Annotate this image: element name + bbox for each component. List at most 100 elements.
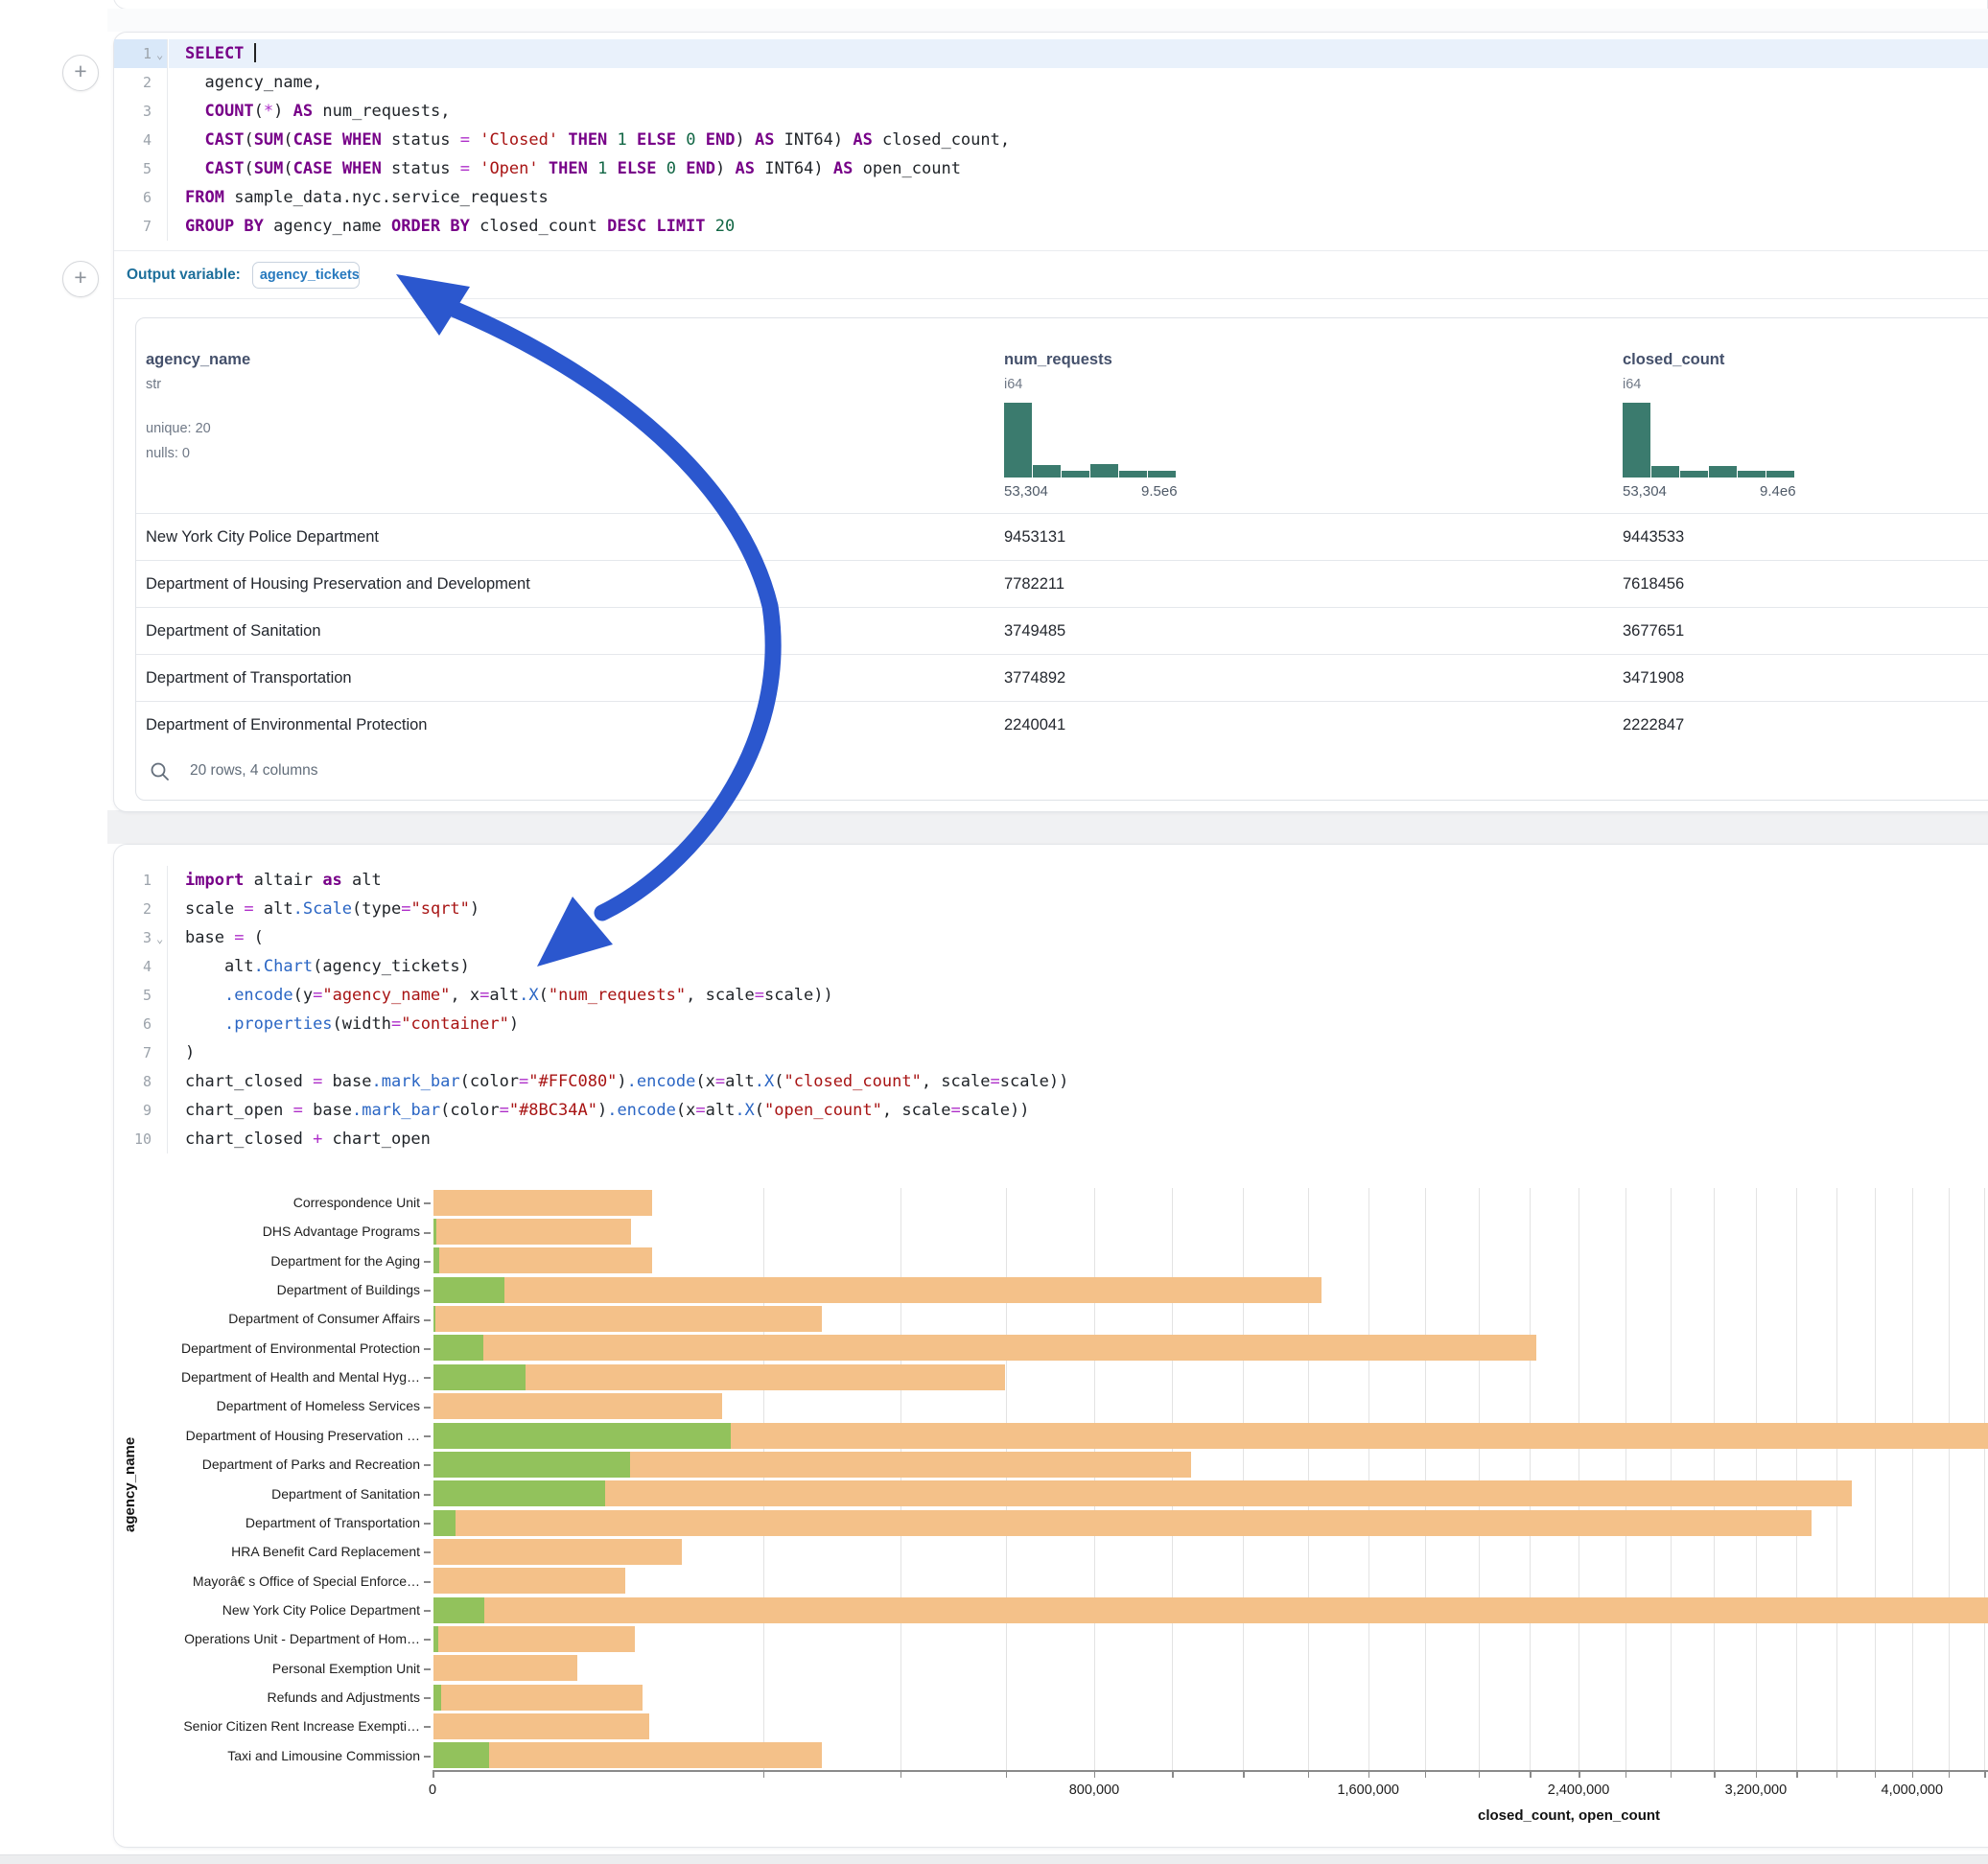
code-line[interactable]: 2scale = alt.Scale(type="sqrt") <box>114 895 1988 923</box>
bar-open[interactable] <box>433 1597 484 1623</box>
bar-open[interactable] <box>433 1685 441 1711</box>
search-icon[interactable] <box>149 760 172 783</box>
code-line[interactable]: 7) <box>114 1038 1988 1067</box>
code-line[interactable]: 2 agency_name, <box>114 68 1988 97</box>
line-number: 6 <box>114 183 168 212</box>
y-tick-label: DHS Advantage Programs <box>132 1223 420 1239</box>
table-row[interactable]: New York City Police Department945313194… <box>136 513 1988 561</box>
x-axis-tick <box>1308 1771 1310 1778</box>
gridline <box>1479 1188 1480 1770</box>
column-meta: unique: 20 <box>146 421 211 436</box>
table-row[interactable]: Department of Housing Preservation and D… <box>136 560 1988 608</box>
y-tick-label: Refunds and Adjustments <box>132 1689 420 1705</box>
bar-closed[interactable] <box>433 1335 1536 1361</box>
bar-open[interactable] <box>433 1335 483 1361</box>
bar-open[interactable] <box>433 1510 456 1536</box>
bar-closed[interactable] <box>433 1539 682 1565</box>
y-tick-label: Department of Parks and Recreation <box>132 1456 420 1472</box>
code-line[interactable]: 9chart_open = base.mark_bar(color="#8BC3… <box>114 1096 1988 1125</box>
fold-chevron-icon[interactable]: ⌄ <box>156 924 163 953</box>
gridline <box>1530 1188 1531 1770</box>
x-axis-tick <box>1756 1771 1758 1778</box>
python-editor[interactable]: 1import altair as alt2scale = alt.Scale(… <box>114 866 1988 1153</box>
y-tick-label: Department of Buildings <box>132 1282 420 1297</box>
fold-chevron-icon[interactable]: ⌄ <box>156 40 163 69</box>
histogram-bar <box>1033 465 1061 478</box>
bar-open[interactable] <box>433 1423 731 1449</box>
x-axis-tick <box>1796 1771 1798 1778</box>
bar-closed[interactable] <box>433 1393 722 1419</box>
table-row[interactable]: Department of Environmental Protection22… <box>136 701 1988 749</box>
column-header[interactable]: agency_name <box>146 351 250 369</box>
bar-open[interactable] <box>433 1742 489 1768</box>
bar-closed[interactable] <box>433 1306 822 1332</box>
bar-open[interactable] <box>433 1247 439 1273</box>
code-line[interactable]: 4 CAST(SUM(CASE WHEN status = 'Closed' T… <box>114 126 1988 154</box>
output-variable-pill[interactable]: agency_tickets <box>252 262 360 289</box>
bar-closed[interactable] <box>433 1742 822 1768</box>
code-line[interactable]: 1import altair as alt <box>114 866 1988 895</box>
bar-closed[interactable] <box>433 1713 649 1739</box>
code-line[interactable]: 8chart_closed = base.mark_bar(color="#FF… <box>114 1067 1988 1096</box>
bar-closed[interactable] <box>433 1190 652 1216</box>
bar-closed[interactable] <box>433 1655 577 1681</box>
code-line[interactable]: 5 .encode(y="agency_name", x=alt.X("num_… <box>114 981 1988 1010</box>
bar-open[interactable] <box>433 1480 605 1506</box>
x-axis-tick <box>1172 1771 1174 1778</box>
code-text: alt.Chart(agency_tickets) <box>185 952 1988 981</box>
code-line[interactable]: 6FROM sample_data.nyc.service_requests <box>114 183 1988 212</box>
table-row[interactable]: Department of Transportation377489234719… <box>136 654 1988 702</box>
y-axis-title: agency_name <box>122 1436 138 1531</box>
x-axis-tick <box>1875 1771 1877 1778</box>
histogram-bar <box>1738 471 1766 478</box>
table-cell: Department of Sanitation <box>146 608 321 655</box>
bar-closed[interactable] <box>433 1685 643 1711</box>
x-axis-tick <box>1625 1771 1627 1778</box>
add-cell-button[interactable]: + <box>62 55 99 91</box>
table-cell: 7782211 <box>1004 561 1064 608</box>
notebook-page: + + 1⌄SELECT 2 agency_name,3 COUNT(*) AS… <box>0 0 1988 1864</box>
bar-closed[interactable] <box>433 1247 652 1273</box>
bar-open[interactable] <box>433 1219 436 1245</box>
code-line[interactable]: 5 CAST(SUM(CASE WHEN status = 'Open' THE… <box>114 154 1988 183</box>
bar-closed[interactable] <box>433 1626 635 1652</box>
code-line[interactable]: 10chart_closed + chart_open <box>114 1125 1988 1153</box>
bar-closed[interactable] <box>433 1480 1852 1506</box>
code-text: scale = alt.Scale(type="sqrt") <box>185 895 1988 923</box>
code-line[interactable]: 3⌄base = ( <box>114 923 1988 952</box>
gridline <box>1714 1188 1715 1770</box>
column-header[interactable]: num_requests <box>1004 351 1112 369</box>
code-line[interactable]: 6 .properties(width="container") <box>114 1010 1988 1038</box>
table-cell: 3774892 <box>1004 655 1065 702</box>
bar-open[interactable] <box>433 1626 438 1652</box>
x-axis-tick <box>1912 1771 1914 1778</box>
bar-open[interactable] <box>433 1452 630 1478</box>
code-line[interactable]: 4 alt.Chart(agency_tickets) <box>114 952 1988 981</box>
x-axis-tick <box>1836 1771 1838 1778</box>
bar-closed[interactable] <box>433 1597 1988 1623</box>
bar-open[interactable] <box>433 1306 435 1332</box>
column-header[interactable]: closed_count <box>1623 351 1724 369</box>
bar-closed[interactable] <box>433 1277 1321 1303</box>
add-cell-button[interactable]: + <box>62 261 99 297</box>
bar-closed[interactable] <box>433 1568 625 1594</box>
bar-open[interactable] <box>433 1277 504 1303</box>
sql-editor[interactable]: 1⌄SELECT 2 agency_name,3 COUNT(*) AS num… <box>114 39 1988 241</box>
bar-closed[interactable] <box>433 1510 1812 1536</box>
bar-open[interactable] <box>433 1364 526 1390</box>
histogram-max-label: 9.5e6 <box>1141 483 1178 500</box>
table-cell: 2222847 <box>1623 702 1684 749</box>
code-line[interactable]: 1⌄SELECT <box>114 39 1988 68</box>
code-line[interactable]: 7GROUP BY agency_name ORDER BY closed_co… <box>114 212 1988 241</box>
y-tick-label: Department of Housing Preservation … <box>132 1428 420 1443</box>
line-number: 5 <box>114 154 168 183</box>
gridline <box>1671 1188 1672 1770</box>
code-text: CAST(SUM(CASE WHEN status = 'Closed' THE… <box>185 126 1988 154</box>
code-line[interactable]: 3 COUNT(*) AS num_requests, <box>114 97 1988 126</box>
gridline <box>1984 1188 1985 1770</box>
y-tick-label: Department of Health and Mental Hyg… <box>132 1369 420 1385</box>
bar-closed[interactable] <box>433 1219 631 1245</box>
table-row[interactable]: Department of Sanitation37494853677651 <box>136 607 1988 655</box>
column-meta: nulls: 0 <box>146 446 190 461</box>
code-text: agency_name, <box>185 68 1988 97</box>
